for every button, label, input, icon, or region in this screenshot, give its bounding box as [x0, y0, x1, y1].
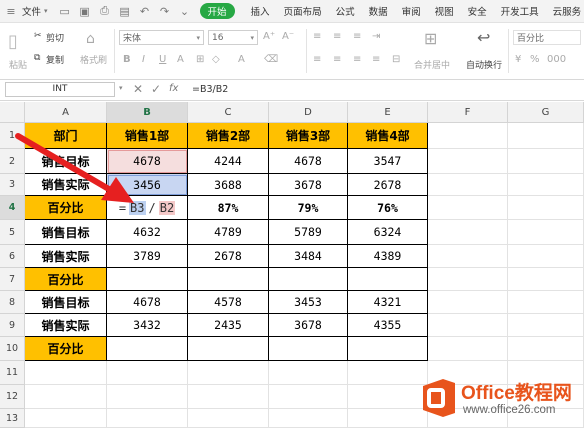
menu-bar: ≡ 文件 ▾ ▭ ▣ ⎙ ▤ ↶ ↷ ⌄ 开始 插入 页面布局 公式 数据 审阅…	[0, 0, 584, 23]
merge-center-icon[interactable]: ⊞	[424, 29, 437, 48]
copy-button[interactable]: 复制	[46, 53, 64, 66]
arrow-shaft	[15, 133, 122, 198]
number-format-select[interactable]: 百分比	[513, 30, 581, 45]
watermark-url: www.office26.com	[463, 404, 556, 416]
strikethrough-icon[interactable]: A	[177, 54, 184, 65]
formula-bar: INT ▾ ✕ ✓ fx =B3/B2	[0, 80, 584, 101]
chevron-down-icon: ▾	[196, 33, 200, 42]
format-painter-button[interactable]: 格式刷	[80, 53, 107, 66]
align-middle-icon[interactable]: ≡	[333, 31, 341, 42]
divider	[114, 29, 115, 73]
scissors-icon[interactable]: ✂	[34, 31, 42, 41]
tab-review[interactable]: 审阅	[402, 4, 421, 18]
chevron-down-icon: ▾	[44, 7, 48, 15]
divider	[508, 29, 509, 73]
file-menu-label: 文件	[22, 7, 42, 18]
font-size-value: 16	[212, 32, 224, 43]
open-folder-icon[interactable]: ▭	[58, 4, 72, 18]
font-name-select[interactable]: 宋体 ▾	[119, 30, 204, 45]
chevron-down-icon: ▾	[250, 33, 254, 42]
tab-cloud[interactable]: 云服务	[553, 4, 582, 18]
font-name-value: 宋体	[123, 34, 142, 44]
clear-format-icon[interactable]: ⌫	[264, 54, 278, 65]
justify-icon[interactable]: ≡	[372, 54, 380, 65]
italic-icon[interactable]: I	[142, 54, 145, 65]
align-left-icon[interactable]: ≡	[313, 54, 321, 65]
percent-icon[interactable]: %	[530, 54, 540, 65]
formula-input[interactable]: =B3/B2	[192, 84, 228, 95]
thousands-icon[interactable]: 000	[547, 54, 566, 65]
auto-wrap-button[interactable]: 自动换行	[466, 58, 502, 71]
align-right-icon[interactable]: ≡	[353, 54, 361, 65]
name-box-value: INT	[52, 84, 68, 94]
align-top-icon[interactable]: ≡	[313, 31, 321, 42]
auto-wrap-icon[interactable]: ↩	[477, 28, 490, 47]
tab-formulas[interactable]: 公式	[336, 4, 355, 18]
hamburger-icon[interactable]: ≡	[4, 4, 18, 18]
font-size-select[interactable]: 16 ▾	[208, 30, 258, 45]
distribute-icon[interactable]: ⊟	[392, 54, 400, 65]
fill-color-icon[interactable]: ◇	[212, 54, 220, 65]
decrease-font-icon[interactable]: A⁻	[282, 31, 294, 42]
tab-data[interactable]: 数据	[369, 4, 388, 18]
bold-icon[interactable]: B	[123, 54, 131, 65]
file-menu[interactable]: 文件 ▾	[22, 4, 48, 18]
paste-button[interactable]: 粘贴	[9, 58, 27, 71]
underline-icon[interactable]: U	[159, 54, 166, 65]
cut-button[interactable]: 剪切	[46, 31, 64, 44]
office-logo-icon	[423, 379, 455, 417]
watermark: Office教程网 www.office26.com	[419, 374, 581, 424]
name-box[interactable]: INT	[5, 82, 115, 97]
tab-security[interactable]: 安全	[468, 4, 487, 18]
number-format-value: 百分比	[517, 34, 545, 44]
merge-center-button[interactable]: 合并居中	[414, 58, 450, 71]
tab-start[interactable]: 开始	[199, 3, 235, 19]
cancel-icon[interactable]: ✕	[133, 82, 143, 96]
divider	[306, 29, 307, 73]
redo-icon[interactable]: ↷	[158, 4, 172, 18]
align-bottom-icon[interactable]: ≡	[353, 31, 361, 42]
tab-insert[interactable]: 插入	[251, 4, 270, 18]
paste-icon[interactable]: ▯	[8, 31, 18, 52]
currency-icon[interactable]: ¥	[515, 54, 521, 65]
more-chevron-icon[interactable]: ⌄	[178, 4, 192, 18]
tab-page-layout[interactable]: 页面布局	[284, 4, 322, 18]
copy-icon[interactable]: ⧉	[34, 53, 40, 63]
undo-icon[interactable]: ↶	[138, 4, 152, 18]
print-icon[interactable]: ⎙	[98, 4, 112, 18]
print-preview-icon[interactable]: ▤	[118, 4, 132, 18]
align-center-icon[interactable]: ≡	[333, 54, 341, 65]
font-color-icon[interactable]: A	[238, 54, 245, 65]
fx-icon[interactable]: fx	[169, 83, 178, 94]
watermark-brand: Office教程网	[461, 383, 572, 404]
chevron-down-icon[interactable]: ▾	[119, 84, 123, 92]
save-icon[interactable]: ▣	[78, 4, 92, 18]
format-painter-icon[interactable]: ⌂	[86, 31, 95, 47]
increase-font-icon[interactable]: A⁺	[263, 31, 275, 42]
tab-view[interactable]: 视图	[435, 4, 454, 18]
ribbon-toolbar: ▯ 粘贴 ✂ 剪切 ⧉ 复制 ⌂ 格式刷 宋体 ▾ 16 ▾ A⁺ A⁻ B I…	[0, 23, 584, 80]
confirm-icon[interactable]: ✓	[151, 82, 161, 96]
border-icon[interactable]: ⊞	[196, 54, 204, 65]
tab-developer[interactable]: 开发工具	[501, 4, 539, 18]
indent-icon[interactable]: ⇥	[372, 31, 380, 42]
